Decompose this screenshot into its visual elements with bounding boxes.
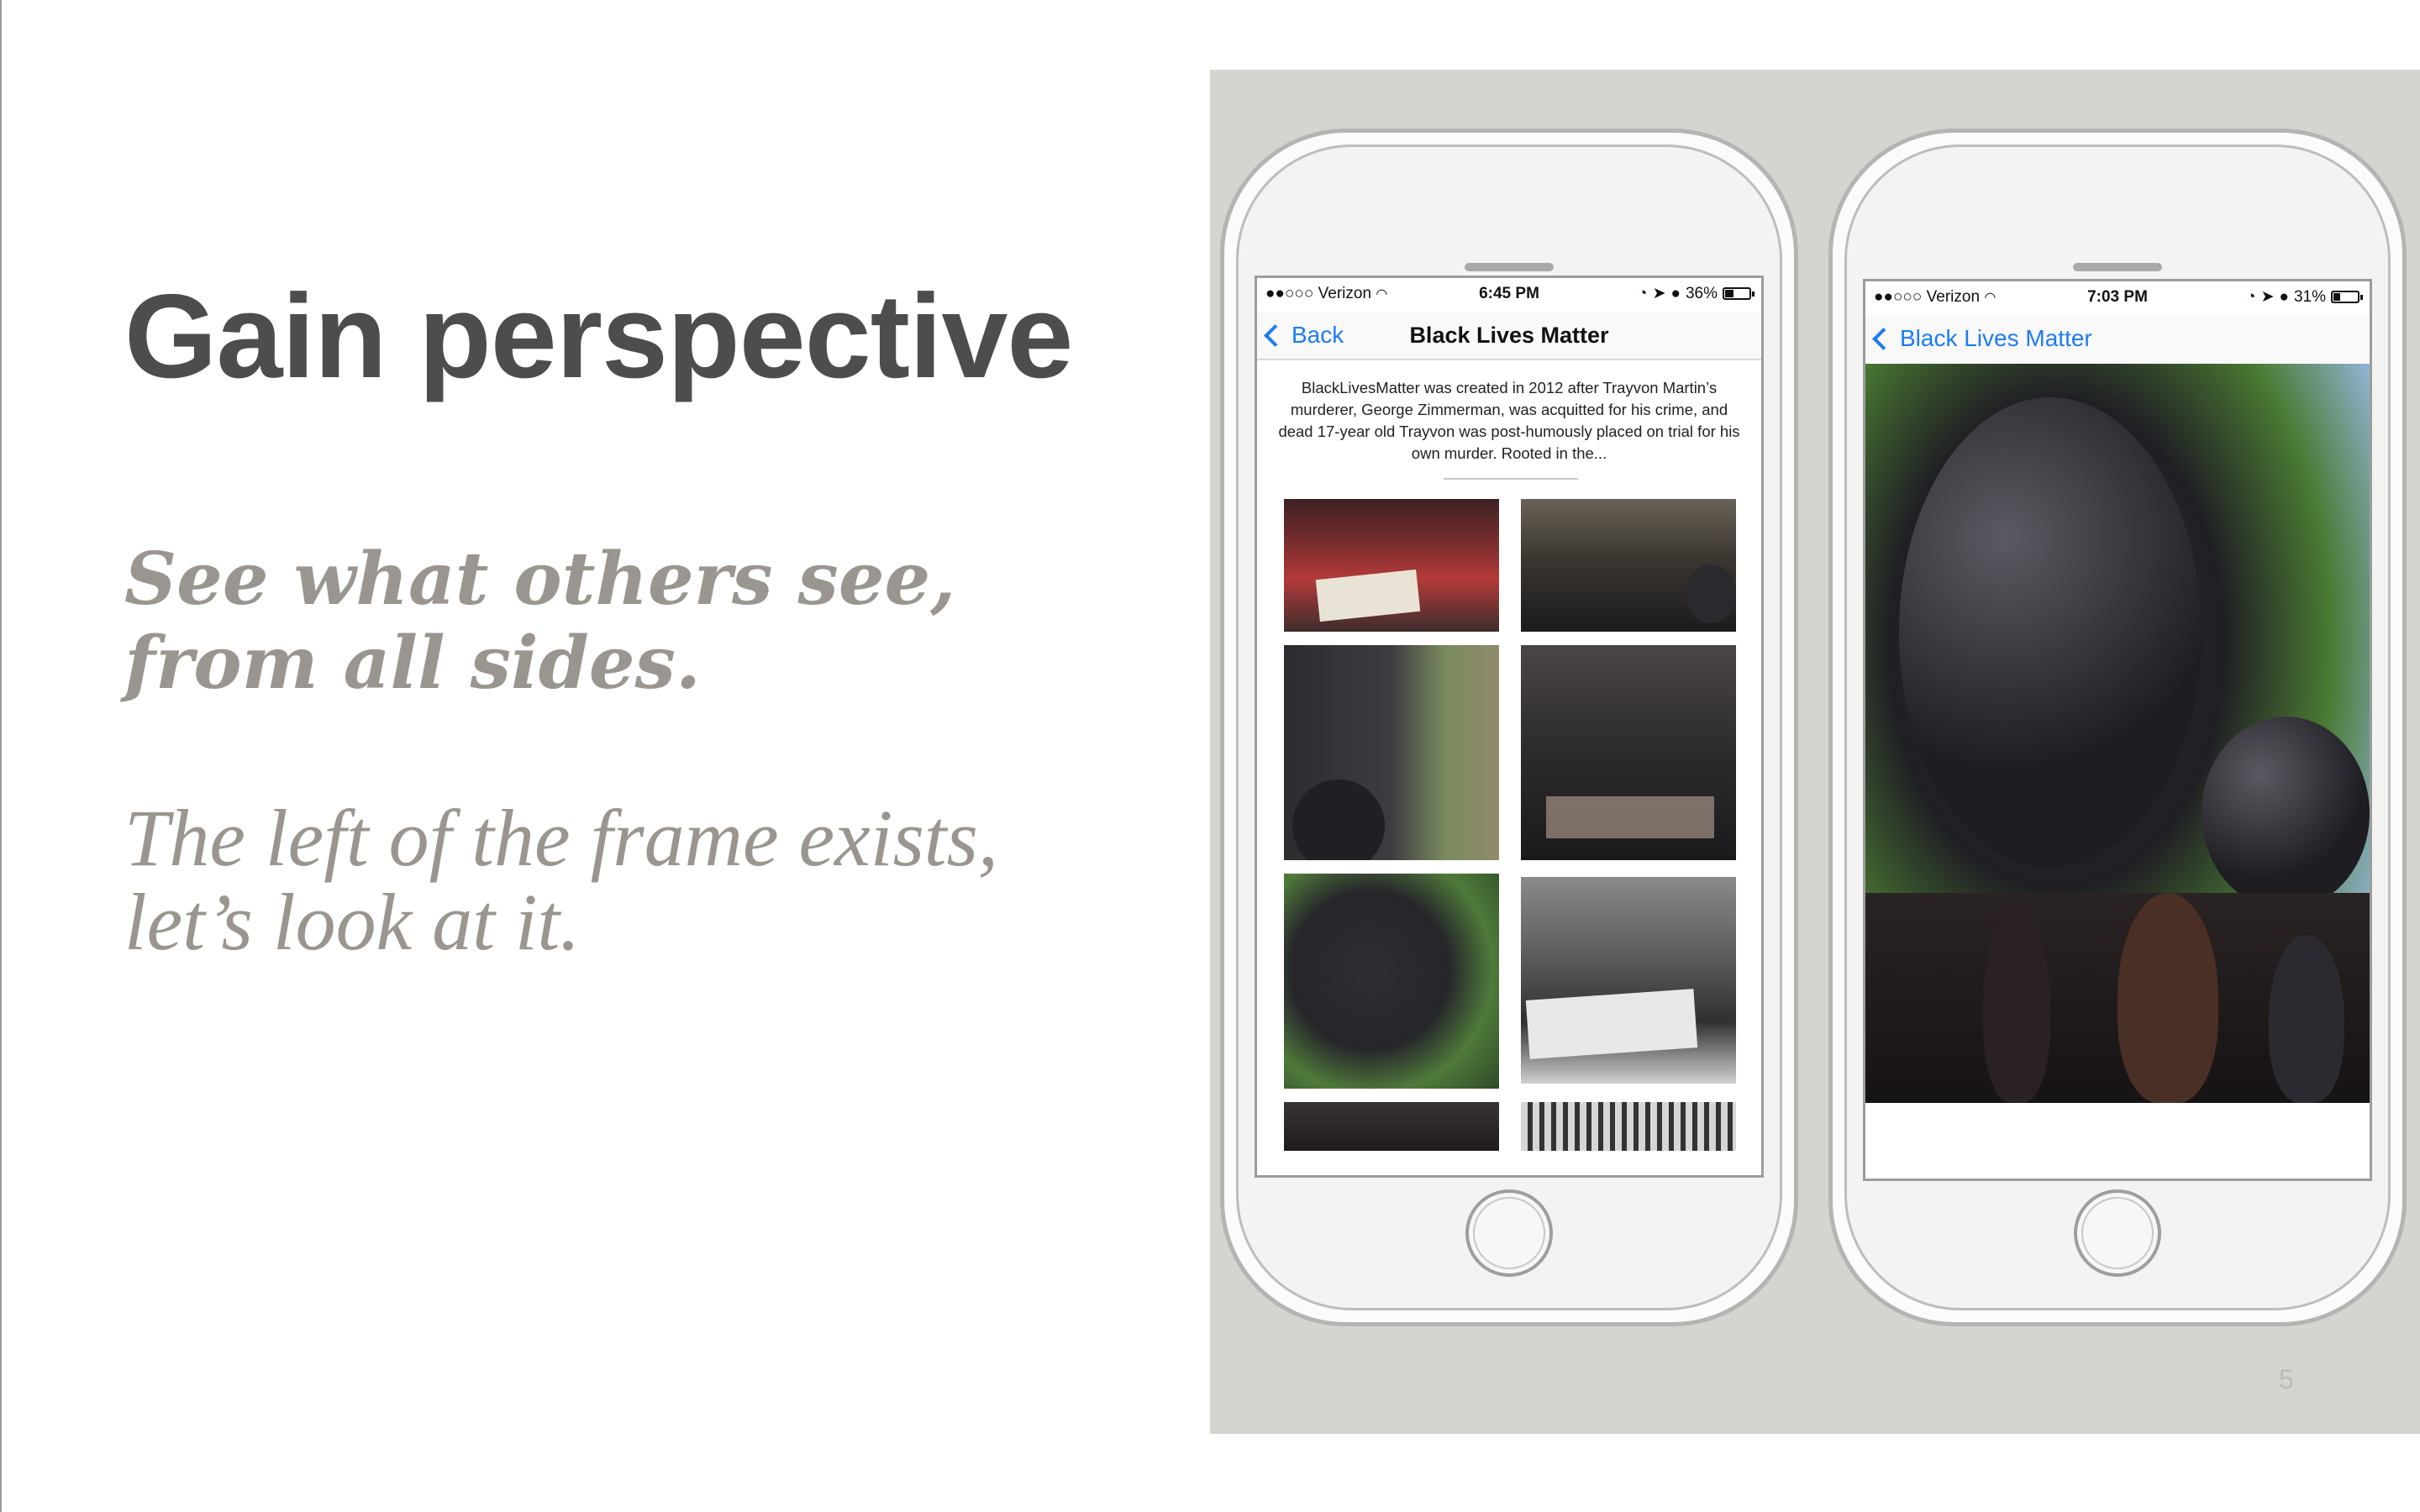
nav-bar: Back Black Lives Matter bbox=[1257, 312, 1761, 360]
battery-percent: 31% bbox=[2293, 287, 2326, 306]
phone-right: ●●○○○ Verizon ◠ 7:03 PM ◔ ➤ ● 31% Black … bbox=[1828, 129, 2407, 1326]
location-arrow-icon: ➤ bbox=[2260, 288, 2275, 306]
phone-left: ●●○○○ Verizon ◠ 6:45 PM ◔ ➤ ● 36% Back B… bbox=[1220, 129, 1798, 1326]
photo-thumbnail[interactable] bbox=[1284, 645, 1499, 860]
person bbox=[1983, 910, 2050, 1103]
balloon-cluster bbox=[2202, 717, 2370, 910]
slide-subtitle: See what others see, from all sides. bbox=[124, 538, 955, 706]
phone-mockup-panel: ●●○○○ Verizon ◠ 6:45 PM ◔ ➤ ● 36% Back B… bbox=[1210, 70, 2420, 1434]
photo-thumbnail[interactable] bbox=[1521, 1102, 1736, 1151]
photo-thumbnail[interactable] bbox=[1284, 874, 1499, 1089]
topic-description[interactable]: BlackLivesMatter was created in 2012 aft… bbox=[1274, 377, 1744, 465]
speaker-grille bbox=[1465, 263, 1554, 271]
slide-left-border bbox=[0, 0, 2, 1512]
alarm-icon: ● bbox=[2279, 287, 2289, 306]
back-button[interactable]: Black Lives Matter bbox=[1872, 325, 2092, 352]
person bbox=[2269, 935, 2344, 1103]
person bbox=[2118, 893, 2218, 1103]
battery-percent: 36% bbox=[1685, 284, 1718, 302]
status-right: ◔ ➤ ● 31% bbox=[2246, 287, 2363, 307]
slide-body-text: The left of the frame exists, let’s look… bbox=[124, 796, 998, 964]
nav-title: Black Lives Matter bbox=[1409, 323, 1609, 348]
phone-right-screen: ●●○○○ Verizon ◠ 7:03 PM ◔ ➤ ● 31% Black … bbox=[1863, 279, 2372, 1181]
photo-thumbnail[interactable] bbox=[1521, 877, 1736, 1084]
status-right: ◔ ➤ ● 36% bbox=[1638, 284, 1754, 303]
alarm-icon: ● bbox=[1670, 284, 1681, 302]
subtitle-line-1: See what others see, bbox=[124, 537, 956, 622]
photo-thumbnail[interactable] bbox=[1284, 499, 1499, 632]
back-button-label: Black Lives Matter bbox=[1900, 325, 2092, 351]
slide-title: Gain perspective bbox=[124, 270, 1073, 403]
page-number: 5 bbox=[2279, 1364, 2294, 1394]
home-button[interactable] bbox=[1465, 1189, 1553, 1277]
body-line-2: let’s look at it. bbox=[124, 877, 581, 967]
status-bar: ●●○○○ Verizon ◠ 6:45 PM ◔ ➤ ● 36% bbox=[1257, 278, 1761, 312]
battery-icon bbox=[1723, 287, 1754, 300]
description-divider bbox=[1444, 478, 1578, 480]
chevron-left-icon bbox=[1872, 327, 1895, 350]
photo-thumbnail[interactable] bbox=[1284, 1102, 1499, 1151]
battery-icon bbox=[2331, 291, 2363, 303]
photo-thumbnail[interactable] bbox=[1521, 645, 1736, 860]
rotation-lock-icon: ◔ bbox=[2246, 287, 2256, 306]
full-photo-view[interactable] bbox=[1865, 364, 2370, 1103]
home-button[interactable] bbox=[2074, 1189, 2161, 1277]
location-arrow-icon: ➤ bbox=[1652, 285, 1666, 302]
speaker-grille bbox=[2073, 263, 2162, 271]
body-line-1: The left of the frame exists, bbox=[124, 793, 998, 883]
rotation-lock-icon: ◔ bbox=[1638, 284, 1648, 302]
phone-left-screen: ●●○○○ Verizon ◠ 6:45 PM ◔ ➤ ● 36% Back B… bbox=[1255, 276, 1764, 1178]
subtitle-line-2: from all sides. bbox=[124, 621, 701, 706]
nav-bar: Black Lives Matter bbox=[1865, 315, 2370, 362]
balloon-cluster bbox=[1899, 397, 2202, 868]
status-bar: ●●○○○ Verizon ◠ 7:03 PM ◔ ➤ ● 31% bbox=[1865, 281, 2370, 315]
photo-thumbnail[interactable] bbox=[1521, 499, 1736, 632]
